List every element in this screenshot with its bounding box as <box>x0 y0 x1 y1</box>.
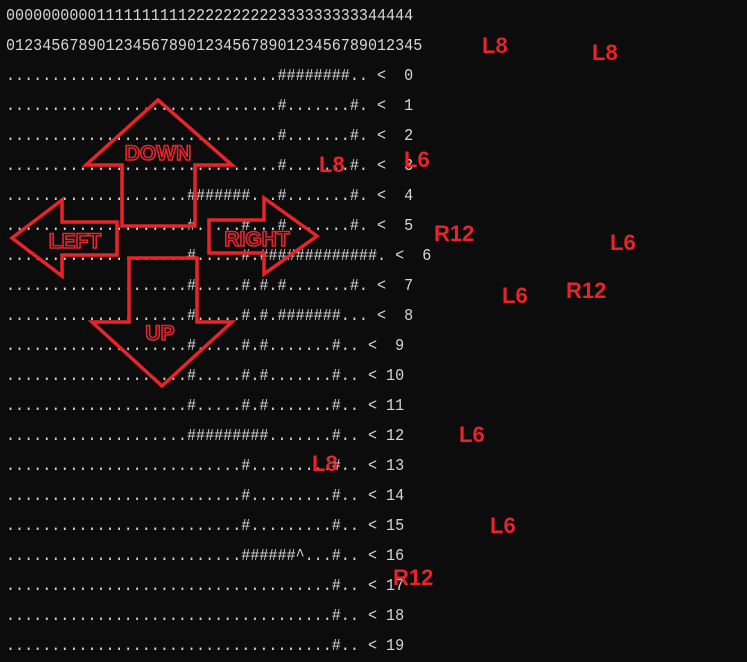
grid-row-15: ..........................#.........#.. … <box>6 517 405 536</box>
grid-row-1: ..............................#.......#.… <box>6 97 414 116</box>
move-label-6: L6 <box>610 230 636 255</box>
grid-row-12: ....................#########.......#.. … <box>6 427 405 446</box>
grid-row-5: ....................#.....#...#.......#.… <box>6 217 414 236</box>
grid-row-13: ..........................#.........#.. … <box>6 457 405 476</box>
move-label-8: R12 <box>566 278 606 303</box>
console-output: 0000000000111111111122222222223333333333… <box>6 2 485 662</box>
grid-row-18: ....................................#.. … <box>6 607 405 626</box>
move-label-1: L8 <box>482 33 508 58</box>
move-label-2: L8 <box>592 40 618 65</box>
grid-row-10: ....................#.....#.#.......#.. … <box>6 367 405 386</box>
grid-row-3: ..............................#.......#.… <box>6 157 414 176</box>
grid-row-4: ....................#######...#.......#.… <box>6 187 414 206</box>
grid-row-11: ....................#.....#.#.......#.. … <box>6 397 405 416</box>
column-tens-header: 0000000000111111111122222222223333333333… <box>6 7 414 26</box>
grid-row-0: ..............................########..… <box>6 67 414 86</box>
grid-row-9: ....................#.....#.#.......#.. … <box>6 337 405 356</box>
grid-row-6: ....................#.....#.############… <box>6 247 432 266</box>
grid-row-17: ....................................#.. … <box>6 577 405 596</box>
grid-row-2: ..............................#.......#.… <box>6 127 414 146</box>
column-ones-header: 0123456789012345678901234567890123456789… <box>6 37 423 56</box>
grid-row-7: ....................#.....#.#.#.......#.… <box>6 277 414 296</box>
grid-row-14: ..........................#.........#.. … <box>6 487 405 506</box>
move-label-7: L6 <box>502 283 528 308</box>
grid-row-8: ....................#.....#.#.#######...… <box>6 307 414 326</box>
grid-row-19: ....................................#.. … <box>6 637 405 656</box>
grid-row-16: ..........................######^...#.. … <box>6 547 405 566</box>
move-label-11: L6 <box>490 513 516 538</box>
